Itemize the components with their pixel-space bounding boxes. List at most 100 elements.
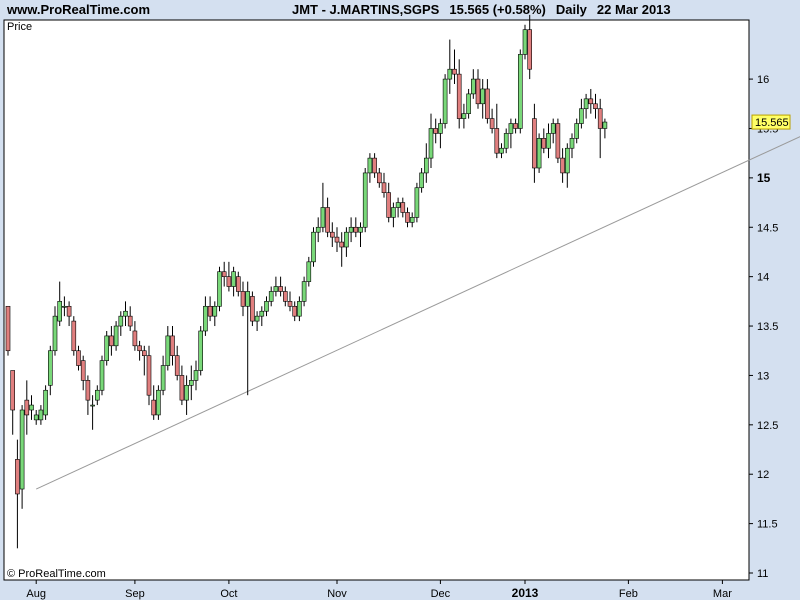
candle-body [33, 414, 39, 421]
candle-body [532, 118, 537, 169]
candle-body [137, 345, 142, 352]
candle-body [489, 118, 495, 129]
candle-body [203, 305, 208, 332]
candle-body [118, 315, 124, 327]
candle-body [391, 207, 396, 218]
candle-body [212, 305, 218, 317]
candle-body [90, 404, 95, 407]
candle-body [151, 399, 156, 416]
candle-body [198, 330, 203, 371]
candle-body [52, 315, 58, 352]
candle-body [466, 93, 471, 114]
candle [104, 330, 109, 366]
y-tick-label: 16 [757, 74, 769, 86]
candle [5, 305, 11, 356]
candle-body [442, 78, 448, 124]
x-tick-label: Nov [327, 588, 347, 600]
candle-body [146, 355, 152, 396]
x-tick-label: 2013 [512, 586, 539, 600]
x-axis: Aug Sep Oct Nov Dec 2013 Feb Mar [26, 580, 732, 600]
x-tick-label: Feb [619, 588, 638, 600]
candle-body [226, 276, 232, 287]
y-tick-label: 11 [757, 568, 768, 580]
candle-body [405, 212, 410, 223]
candle-body [358, 226, 363, 233]
candle-body [132, 330, 138, 347]
candle-body [301, 281, 307, 302]
candle-body [165, 335, 171, 366]
candle-body [522, 29, 528, 55]
candle-body [381, 182, 387, 193]
candle-body [485, 88, 490, 119]
candle-body [311, 231, 316, 263]
candle-body [325, 207, 330, 233]
candle-body [536, 138, 542, 169]
candle-body [287, 301, 293, 307]
candle-body [292, 305, 298, 317]
candle-body [597, 108, 603, 129]
candle-body [184, 385, 189, 401]
candle-body [231, 271, 236, 287]
candle-body [156, 389, 161, 416]
candle-body [593, 103, 598, 110]
candle [414, 182, 420, 223]
candle-body [438, 123, 443, 134]
candle-body [207, 305, 213, 317]
y-tick-label: 11.5 [757, 519, 778, 531]
candle-body [588, 98, 594, 105]
candle-body [174, 355, 180, 376]
candle-body [24, 399, 30, 416]
candle-body [414, 187, 420, 218]
candle-body [517, 54, 523, 129]
candle-body [320, 207, 326, 228]
candle-body [480, 88, 486, 105]
x-tick-label: Aug [26, 588, 46, 600]
candle-body [71, 320, 77, 352]
candle-body [508, 123, 514, 134]
candle-body [62, 305, 67, 308]
candle-body [583, 98, 589, 110]
candle-body [372, 157, 377, 174]
candle-body [170, 335, 175, 356]
candle-body [19, 409, 25, 490]
candle-body [395, 202, 401, 208]
candle-body [123, 310, 128, 317]
candle-body [348, 226, 354, 233]
candle [71, 316, 77, 356]
candle [217, 266, 222, 312]
candle-body [179, 375, 185, 401]
candle-body [419, 172, 424, 189]
candle-body [189, 380, 194, 386]
candle-body [245, 291, 250, 307]
candle-body [541, 138, 547, 149]
candle-body [113, 325, 119, 347]
candle-body [282, 291, 288, 302]
candle-body [550, 123, 556, 134]
candle-body [221, 271, 227, 277]
candle-body [5, 305, 11, 352]
x-tick-label: Mar [713, 588, 732, 600]
candle [362, 167, 368, 233]
candle-body [273, 286, 279, 292]
candle-body [475, 78, 481, 105]
candle-body [306, 261, 312, 282]
candle-body [76, 350, 81, 366]
candle-body [109, 335, 114, 347]
candle-body [386, 192, 392, 218]
y-tick-label: 15 [757, 171, 771, 185]
candle-body [503, 133, 509, 149]
candle-body [527, 29, 533, 70]
candle-body [494, 128, 500, 154]
candle-body [513, 123, 518, 129]
candle [156, 385, 161, 420]
price-chart[interactable]: Price © ProRealTime.com 1615.51514.51413… [0, 0, 800, 600]
candle-body [250, 296, 255, 322]
plot-area[interactable] [3, 19, 750, 581]
candle-body [555, 123, 561, 159]
candle-body [456, 73, 462, 119]
candle [555, 118, 561, 164]
candle [536, 133, 542, 173]
candle [99, 355, 105, 396]
candle-body [278, 286, 283, 292]
candle [522, 24, 528, 60]
